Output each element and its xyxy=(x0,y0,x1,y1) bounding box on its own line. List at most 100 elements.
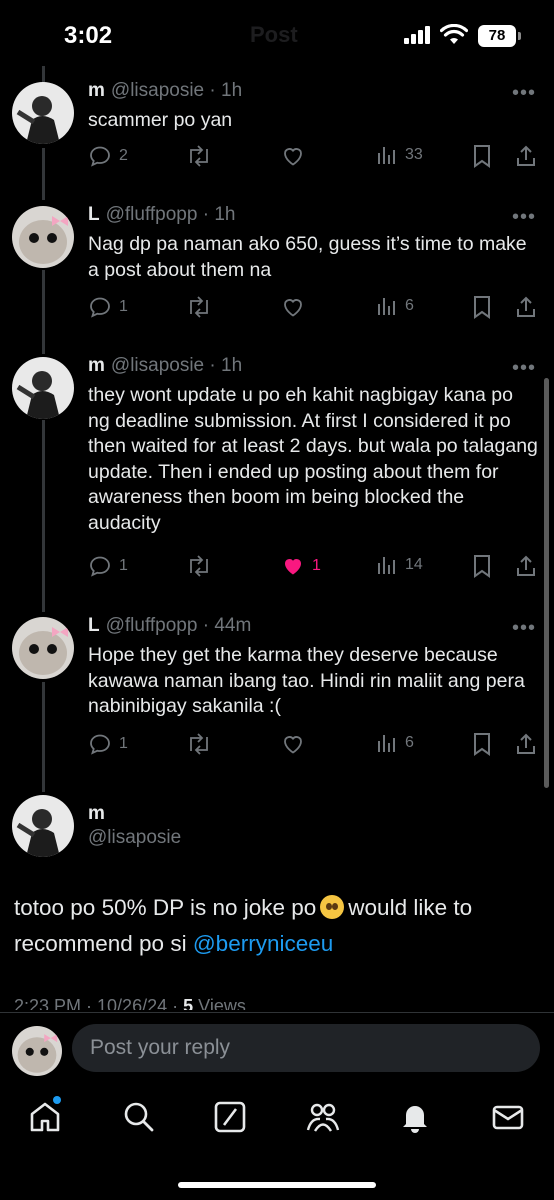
repost-button[interactable] xyxy=(186,144,212,168)
reply-time: · 1h xyxy=(209,80,243,101)
repost-button[interactable] xyxy=(186,554,212,578)
views-button[interactable]: 14 xyxy=(376,554,423,576)
thread-line xyxy=(42,270,45,354)
like-button[interactable]: 1 xyxy=(281,554,321,578)
more-options-icon[interactable]: ••• xyxy=(512,82,536,105)
bookmark-icon xyxy=(474,555,490,578)
reply-text: they wont update u po eh kahit nagbigay … xyxy=(88,384,538,534)
author-name[interactable]: m xyxy=(88,355,105,376)
reply-text: Hope they get the karma they deserve bec… xyxy=(88,644,525,717)
reply-input[interactable] xyxy=(72,1024,540,1072)
avatar[interactable] xyxy=(12,357,74,419)
heart-icon xyxy=(284,736,302,754)
search-icon[interactable] xyxy=(122,1100,156,1134)
share-icon xyxy=(517,733,535,754)
reply-time: · 44m xyxy=(202,615,252,636)
reply-text: Nag dp pa naman ako 650, guess it’s time… xyxy=(88,233,527,281)
repost-icon xyxy=(190,555,208,577)
reply-count: 1 xyxy=(119,735,128,752)
reply-button[interactable]: 1 xyxy=(88,295,128,319)
messages-icon[interactable] xyxy=(491,1100,525,1134)
like-button[interactable] xyxy=(281,295,305,319)
author-handle[interactable]: @lisaposie xyxy=(111,355,204,376)
avatar-fluffpopp-image xyxy=(12,1026,62,1076)
thread-line xyxy=(42,420,45,612)
scrollbar[interactable] xyxy=(544,378,549,788)
share-button[interactable] xyxy=(514,554,538,578)
bookmark-button[interactable] xyxy=(472,732,492,756)
unread-dot xyxy=(53,1096,61,1104)
battery-tip xyxy=(518,32,521,40)
like-button[interactable] xyxy=(281,144,305,168)
views-number: 5 xyxy=(183,996,194,1010)
reply-icon xyxy=(90,146,110,167)
timestamp-text: 2:23 PM · 10/26/24 · xyxy=(14,996,179,1010)
bookmark-button[interactable] xyxy=(472,554,492,578)
main-post-author-handle[interactable]: @lisaposie xyxy=(88,827,181,849)
main-post-author-name[interactable]: m xyxy=(88,803,105,825)
views-count: 14 xyxy=(405,556,423,573)
heart-icon xyxy=(284,299,302,317)
notifications-icon[interactable] xyxy=(398,1100,432,1134)
avatar[interactable] xyxy=(12,206,74,268)
views-count: 6 xyxy=(405,734,414,751)
share-button[interactable] xyxy=(514,732,538,756)
cellular-signal-icon xyxy=(404,26,430,44)
avatar-lisaposie-image xyxy=(12,357,74,419)
author-handle[interactable]: @fluffpopp xyxy=(106,615,198,636)
reply-button[interactable]: 1 xyxy=(88,554,128,578)
repost-button[interactable] xyxy=(186,732,212,756)
author-name[interactable]: m xyxy=(88,80,105,101)
bookmark-icon xyxy=(474,296,490,319)
pleading-face-icon xyxy=(320,895,345,919)
reply-count: 1 xyxy=(119,557,128,574)
home-indicator xyxy=(178,1182,376,1188)
reply-time: · 1h xyxy=(202,204,236,225)
bookmark-button[interactable] xyxy=(472,295,492,319)
bookmark-button[interactable] xyxy=(472,144,492,168)
views-icon xyxy=(378,147,395,164)
main-post-avatar[interactable] xyxy=(12,795,74,857)
action-bar: 1 6 xyxy=(88,732,538,758)
more-options-icon[interactable]: ••• xyxy=(512,617,536,640)
author-name[interactable]: L xyxy=(88,204,100,225)
author-name[interactable]: L xyxy=(88,615,100,636)
views-button[interactable]: 33 xyxy=(376,144,423,166)
action-bar: 2 33 xyxy=(88,144,538,170)
avatar-lisaposie-image xyxy=(12,795,74,857)
more-options-icon[interactable]: ••• xyxy=(512,357,536,380)
author-handle[interactable]: @fluffpopp xyxy=(106,204,198,225)
like-button[interactable] xyxy=(281,732,305,756)
avatar[interactable] xyxy=(12,617,74,679)
bookmark-icon xyxy=(474,145,490,168)
reply-button[interactable]: 2 xyxy=(88,144,128,168)
main-post-timestamp: 2:23 PM · 10/26/24 · 5 Views xyxy=(14,996,246,1010)
reply-button[interactable]: 1 xyxy=(88,732,128,756)
repost-button[interactable] xyxy=(186,295,212,319)
reply-count: 2 xyxy=(119,147,128,164)
grok-icon[interactable] xyxy=(213,1100,247,1134)
thread-line xyxy=(42,148,45,200)
views-icon xyxy=(378,735,395,752)
like-count: 1 xyxy=(312,557,321,574)
repost-icon xyxy=(190,296,208,318)
avatar[interactable] xyxy=(12,82,74,144)
author-handle[interactable]: @lisaposie xyxy=(111,80,204,101)
mention-link[interactable]: @berryniceeu xyxy=(193,931,333,956)
share-button[interactable] xyxy=(514,295,538,319)
repost-icon xyxy=(190,733,208,755)
communities-icon[interactable] xyxy=(306,1100,340,1134)
more-options-icon[interactable]: ••• xyxy=(512,206,536,229)
main-post-text-part1: totoo po 50% DP is no joke po xyxy=(14,895,317,920)
reply-meta: m @lisaposie · 1h xyxy=(88,80,242,102)
reply-icon xyxy=(90,297,110,318)
share-button[interactable] xyxy=(514,144,538,168)
home-icon[interactable] xyxy=(28,1100,62,1134)
action-bar: 1 1 14 xyxy=(88,554,538,580)
views-button[interactable]: 6 xyxy=(376,732,414,754)
views-button[interactable]: 6 xyxy=(376,295,414,317)
views-label: Views xyxy=(198,996,246,1010)
header-title-ghost: Post xyxy=(250,22,298,47)
share-icon xyxy=(517,555,535,576)
views-count: 33 xyxy=(405,146,423,163)
